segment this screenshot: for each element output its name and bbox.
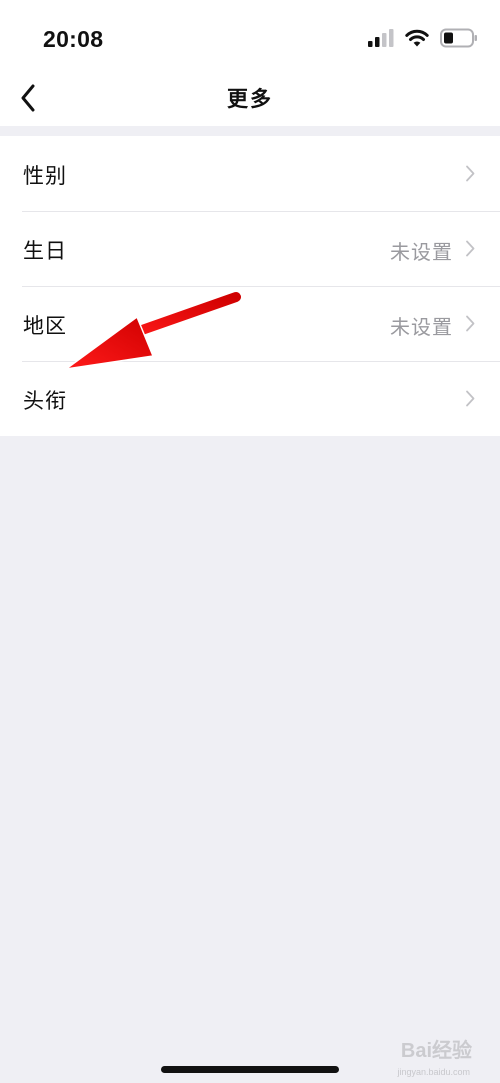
status-time: 20:08 [43, 26, 104, 52]
list-item-gender[interactable]: 性别 [0, 136, 500, 211]
status-bar: 20:08 [0, 0, 500, 78]
list-item-label: 性别 [23, 164, 67, 188]
wifi-icon [405, 29, 429, 47]
signal-icon [368, 29, 394, 47]
list-item-label: 地区 [23, 314, 67, 338]
chevron-right-icon [466, 390, 475, 407]
watermark-url: jingyan.baidu.com [397, 1067, 470, 1077]
chevron-right-icon [466, 315, 475, 332]
status-icons [368, 28, 478, 48]
list-item-title[interactable]: 头衔 [0, 361, 500, 436]
list-item-label: 生日 [23, 239, 67, 263]
list-item-value: 未设置 [390, 240, 453, 264]
list-item-region[interactable]: 地区 未设置 [0, 286, 500, 361]
list-item-value: 未设置 [390, 315, 453, 339]
home-indicator[interactable] [161, 1066, 339, 1073]
battery-icon [440, 28, 477, 48]
settings-list: 性别 生日 未设置 地区 未设置 头衔 [0, 136, 500, 436]
list-item-birthday[interactable]: 生日 未设置 [0, 211, 500, 286]
chevron-right-icon [466, 240, 475, 257]
list-item-label: 头衔 [23, 389, 67, 413]
nav-bar: 更多 [0, 78, 500, 126]
watermark: Bai经验 [400, 1040, 472, 1062]
page-title: 更多 [227, 87, 273, 111]
chevron-right-icon [466, 165, 475, 182]
